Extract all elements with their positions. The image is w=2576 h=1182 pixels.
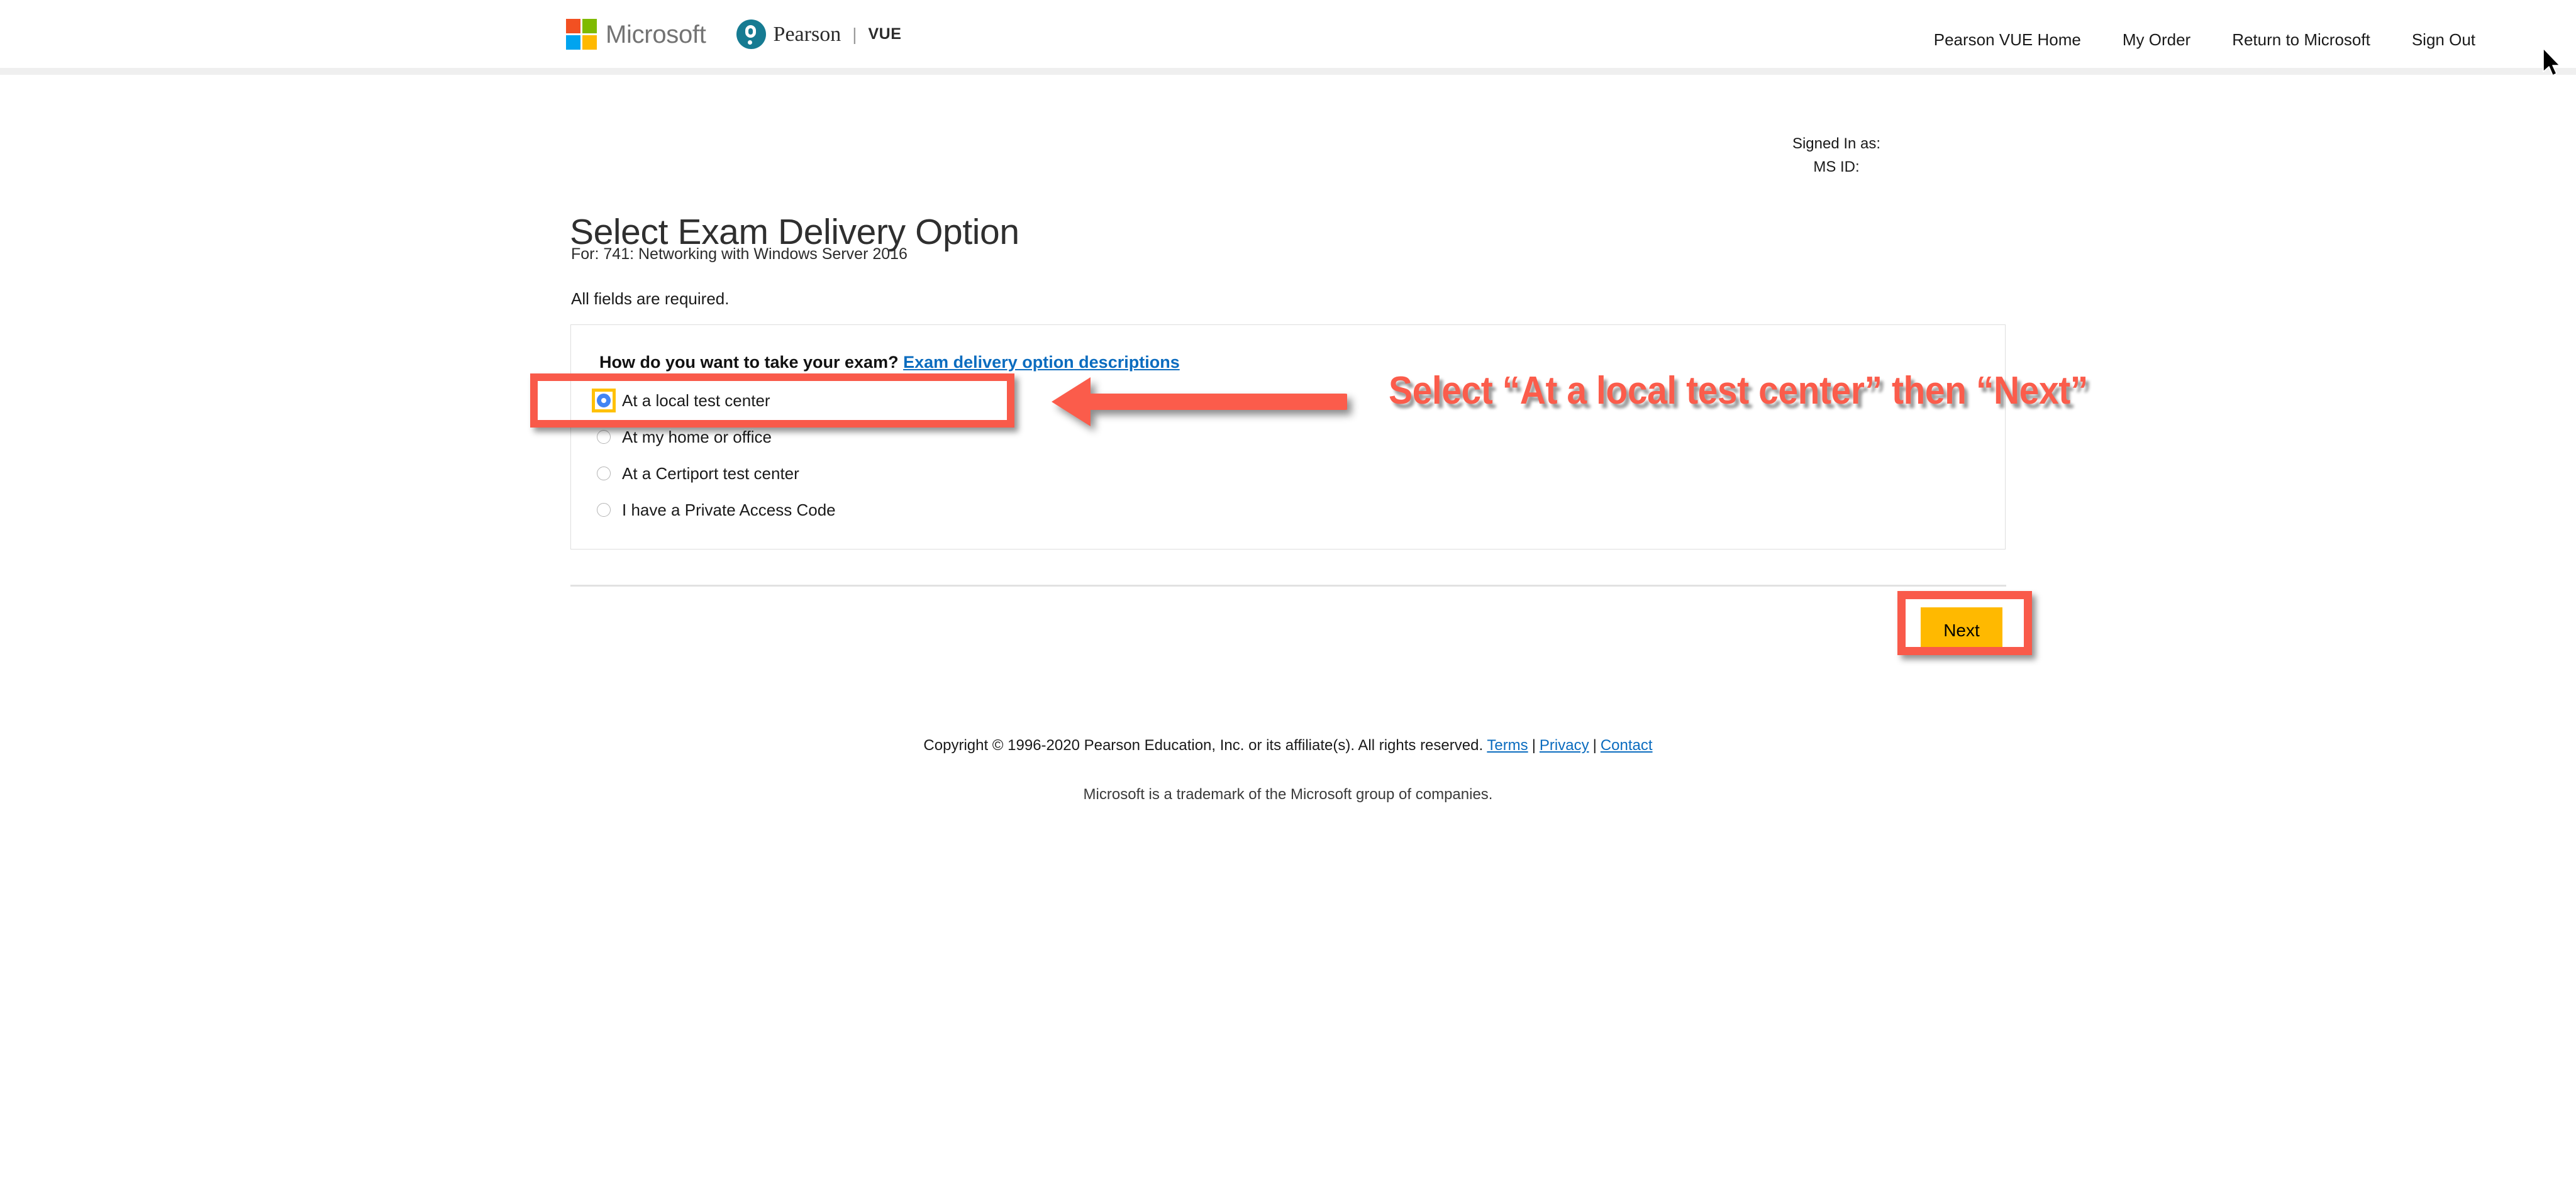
microsoft-wordmark: Microsoft: [606, 20, 706, 48]
footer-terms-link[interactable]: Terms: [1487, 737, 1528, 754]
radio-label-at-my-home-or-office: At my home or office: [622, 427, 772, 446]
radio-row-i-have-a-private-access-code[interactable]: I have a Private Access Code: [594, 492, 1475, 528]
annotation-arrow-left-icon: [1052, 377, 1347, 426]
radio-dot-icon: [597, 467, 611, 480]
site-header: Microsoft Pearson | VUE Pearson VUE Home…: [0, 0, 2576, 69]
radio-row-at-a-certiport-test-center[interactable]: At a Certiport test center: [594, 455, 1475, 492]
signed-in-as-label: Signed In as:: [1792, 135, 1881, 152]
header-divider: [0, 68, 2576, 75]
ms-id-label: MS ID:: [1813, 158, 1860, 176]
microsoft-square-blue: [566, 35, 580, 50]
microsoft-square-green: [582, 19, 597, 33]
signed-in-block: Signed In as: MS ID:: [1660, 132, 2012, 179]
panel-question-row: How do you want to take your exam? Exam …: [599, 353, 1180, 372]
footer-separator-1: |: [1531, 737, 1536, 754]
radio-label-at-a-certiport-test-center: At a Certiport test center: [622, 463, 799, 483]
pearson-wordmark: Pearson: [773, 22, 841, 46]
mouse-cursor-icon: [2543, 48, 2560, 76]
page-root: Microsoft Pearson | VUE Pearson VUE Home…: [0, 0, 2576, 1182]
at-a-certiport-test-center-radio[interactable]: [594, 464, 613, 483]
nav-pearson-vue-home[interactable]: Pearson VUE Home: [1934, 30, 2081, 50]
pearson-vue-logo[interactable]: Pearson | VUE: [736, 19, 902, 49]
footer-privacy-link[interactable]: Privacy: [1540, 737, 1589, 754]
nav-my-order[interactable]: My Order: [2123, 30, 2190, 50]
radio-label-i-have-a-private-access-code: I have a Private Access Code: [622, 500, 836, 519]
i-have-a-private-access-code-radio[interactable]: [594, 500, 613, 519]
footer-trademark-text: Microsoft is a trademark of the Microsof…: [1083, 786, 1493, 803]
top-navigation: Pearson VUE Home My Order Return to Micr…: [1934, 30, 2475, 50]
nav-return-to-microsoft[interactable]: Return to Microsoft: [2232, 30, 2370, 50]
panel-question-text: How do you want to take your exam?: [599, 353, 899, 372]
microsoft-logo[interactable]: Microsoft: [566, 19, 706, 50]
annotation-callout-text: Select “At a local test center” then “Ne…: [1389, 369, 2088, 412]
microsoft-logo-icon: [566, 19, 597, 50]
nav-sign-out[interactable]: Sign Out: [2412, 30, 2475, 50]
footer-copyright-text: Copyright © 1996-2020 Pearson Education,…: [923, 737, 1484, 754]
pearson-separator: |: [852, 24, 857, 44]
radio-dot-icon: [597, 503, 611, 517]
form-actions-divider: [570, 585, 2006, 587]
exam-subtitle: For: 741: Networking with Windows Server…: [571, 245, 908, 263]
pearson-p-mark-icon: [736, 19, 766, 49]
annotation-highlight-rect-radio: [530, 373, 1014, 428]
at-my-home-or-office-radio[interactable]: [594, 428, 613, 446]
vue-wordmark: VUE: [868, 25, 902, 43]
microsoft-square-red: [566, 19, 580, 33]
footer-contact-link[interactable]: Contact: [1601, 737, 1653, 754]
brand-logos: Microsoft Pearson | VUE: [566, 19, 901, 50]
microsoft-square-yellow: [582, 35, 597, 50]
footer-copyright-row: Copyright © 1996-2020 Pearson Education,…: [0, 737, 2576, 754]
required-fields-note: All fields are required.: [571, 289, 730, 308]
radio-dot-icon: [597, 430, 611, 444]
exam-delivery-option-descriptions-link[interactable]: Exam delivery option descriptions: [903, 353, 1180, 372]
annotation-highlight-rect-next: [1897, 591, 2032, 655]
footer-separator-2: |: [1592, 737, 1597, 754]
